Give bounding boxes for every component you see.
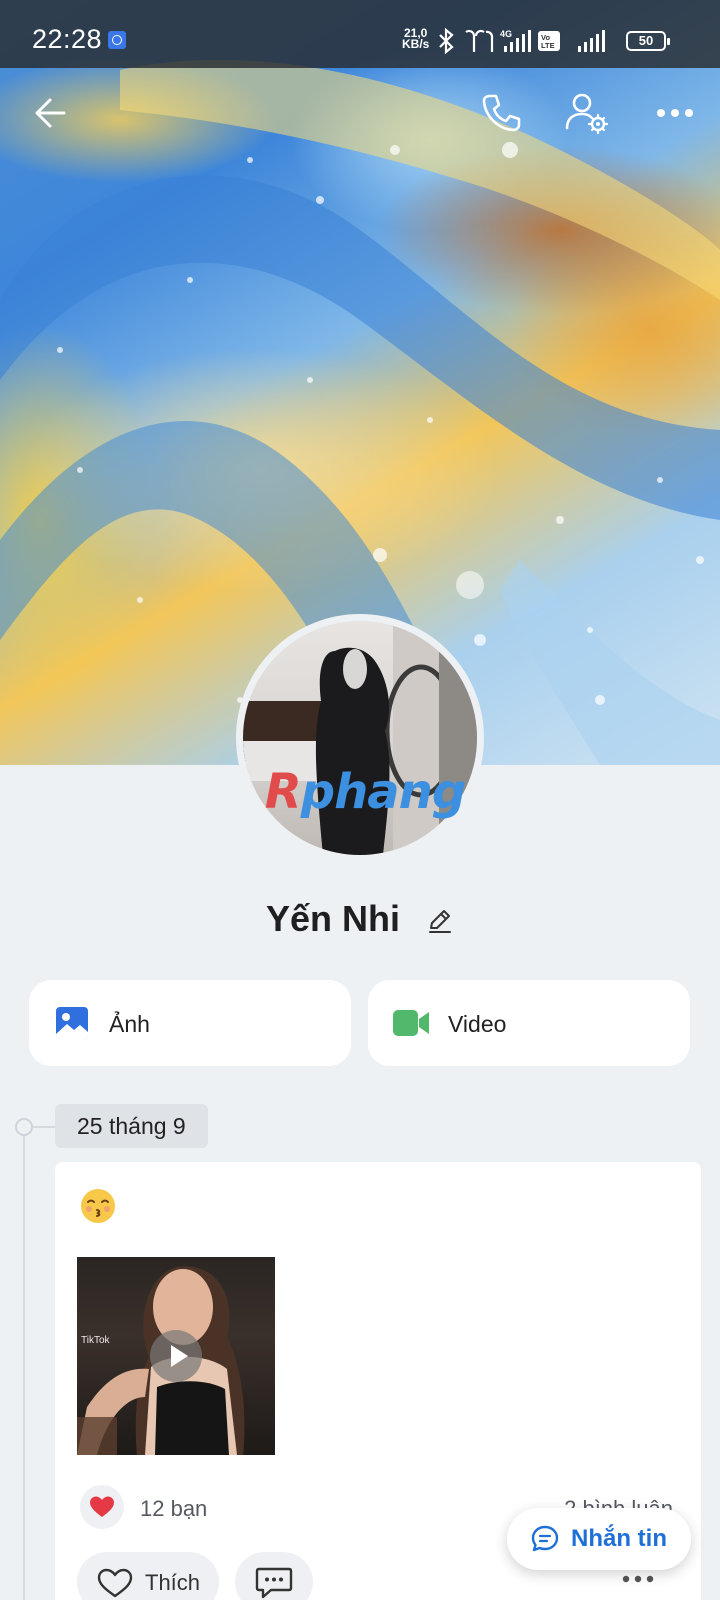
message-button[interactable]: Nhắn tin [507,1508,691,1570]
signal-2-icon [578,30,605,52]
volte-icon: Vo LTE [538,31,560,51]
reaction-badge [80,1485,124,1529]
svg-text:LTE: LTE [541,41,555,50]
bluetooth-icon [439,28,454,54]
call-button[interactable] [478,90,524,136]
phone-icon [482,94,521,132]
video-camera-icon [393,1010,429,1036]
heart-filled-icon [90,1496,114,1517]
watermark-logo: Rphang [250,764,480,820]
kissing-face-emoji-icon [81,1189,115,1223]
watermark-part1: R [264,764,302,820]
post-video-thumbnail[interactable]: TikTok [77,1257,275,1455]
user-gear-icon [565,93,609,135]
battery-indicator: 50 [626,31,670,51]
status-time: 22:28 [32,24,103,54]
timeline-dot [15,1118,33,1136]
image-icon [56,1007,88,1039]
network-speed-unit: KB/s [402,37,430,51]
alarm-icon [108,31,126,49]
chat-bubble-icon [531,1525,559,1552]
tiktok-watermark: TikTok [81,1335,110,1346]
message-label: Nhắn tin [571,1525,667,1552]
arrow-left-icon [35,98,66,128]
comment-button[interactable] [235,1552,313,1600]
back-button[interactable] [28,90,74,136]
status-icons: 4G Vo LTE [439,28,605,54]
timeline-line [23,1134,25,1600]
earbuds-icon [465,29,494,52]
watermark-part2: phang [300,764,466,820]
like-button[interactable]: Thích [77,1552,219,1600]
network-speed: 21,0 KB/s [402,27,430,51]
edit-pencil-icon[interactable] [426,907,454,935]
photos-label: Ảnh [109,1011,150,1037]
more-button[interactable] [652,90,698,136]
timeline-connector [33,1126,55,1128]
profile-settings-button[interactable] [564,90,610,136]
avatar[interactable] [236,614,484,862]
profile-name: Yến Nhi [0,898,720,940]
timeline-date: 25 tháng 9 [55,1104,208,1148]
network-type-label: 4G [500,29,512,39]
status-bar: 22:28 21,0 KB/s 4G Vo LTE 50 [0,0,720,68]
signal-1-icon: 4G [500,29,531,52]
like-label: Thích [145,1570,201,1595]
profile-name-text: Yến Nhi [265,898,400,939]
heart-outline-icon [97,1568,133,1598]
videos-label: Video [448,1011,507,1037]
reactions-count[interactable]: 12 bạn [140,1496,207,1522]
more-horizontal-icon [657,109,693,117]
comment-icon [255,1567,293,1599]
videos-button[interactable]: Video [368,980,690,1066]
post-more-icon[interactable] [621,1574,655,1584]
play-icon[interactable] [150,1330,202,1382]
photos-button[interactable]: Ảnh [29,980,351,1066]
